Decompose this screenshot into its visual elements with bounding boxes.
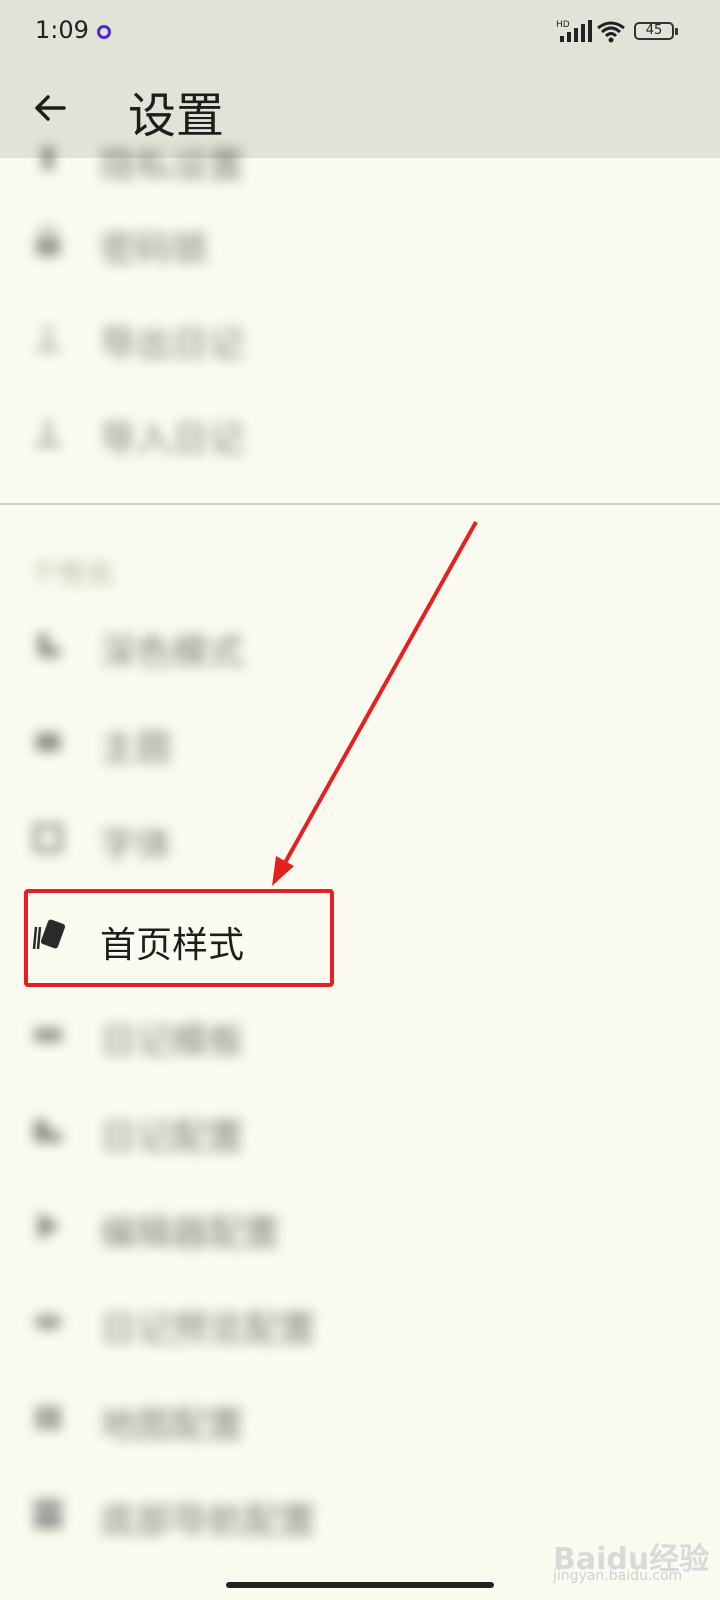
section-divider (0, 503, 720, 505)
list-item-label: 导入日记 (100, 419, 245, 460)
list-item-label: 深色模式 (100, 632, 245, 673)
list-item-label: 编辑器配置 (100, 1213, 281, 1254)
grid-icon (34, 1500, 62, 1528)
list-item-label: 底部导航配置 (100, 1501, 317, 1542)
wifi-icon (597, 21, 625, 43)
list-item-editor-config[interactable]: 编辑器配置 (0, 1186, 720, 1266)
map-icon (36, 1406, 60, 1430)
status-bar: 1:09 HD 45 (0, 0, 720, 64)
list-item-label: 日记预览配置 (100, 1309, 317, 1350)
list-item-label: 密码锁 (100, 229, 209, 270)
notification-icon (97, 25, 111, 39)
font-icon (33, 823, 63, 853)
list-item-export[interactable]: 导出日记 (0, 297, 720, 377)
list-item-label: 字体 (100, 825, 173, 866)
list-item-theme[interactable]: 主题 (0, 701, 720, 781)
signal-icon: HD (556, 20, 592, 42)
list-item-label: 隐私设置 (100, 145, 245, 186)
editor-icon (38, 1212, 60, 1240)
highlight-box (24, 889, 334, 987)
list-item-font[interactable]: 字体 (0, 798, 720, 878)
moon-icon (38, 633, 60, 657)
list-item-import[interactable]: 导入日记 (0, 392, 720, 472)
list-item-map-config[interactable]: 地图配置 (0, 1378, 720, 1458)
list-item-diary-config[interactable]: 日记配置 (0, 1090, 720, 1170)
list-item-dark-mode[interactable]: 深色模式 (0, 605, 720, 685)
template-icon (34, 1028, 62, 1042)
battery-icon: 45 (634, 22, 678, 40)
list-item-passcode[interactable]: 密码锁 (0, 202, 720, 282)
palette-icon (36, 733, 60, 751)
key-icon (42, 146, 54, 170)
list-item-label: 日记配置 (100, 1117, 245, 1158)
list-item-preview-config[interactable]: 日记预览配置 (0, 1282, 720, 1362)
eye-icon (34, 1314, 62, 1330)
list-item-label: 导出日记 (100, 324, 245, 365)
status-time: 1:09 (35, 16, 89, 44)
import-icon (36, 420, 60, 446)
list-item-diary-template[interactable]: 日记模板 (0, 994, 720, 1074)
network-type: HD (556, 20, 570, 30)
section-header: 个性化 (30, 557, 115, 590)
watermark-url: jingyan.baidu.com (553, 1568, 683, 1584)
export-icon (36, 325, 60, 351)
home-gesture-bar[interactable] (226, 1582, 494, 1588)
lock-icon (36, 226, 60, 256)
list-item-label: 日记模板 (100, 1021, 245, 1062)
folder-icon (34, 1120, 62, 1142)
list-item-label: 主题 (100, 728, 173, 769)
list-item-label: 地图配置 (100, 1405, 245, 1446)
list-item-privacy[interactable]: 隐私设置 (0, 118, 720, 198)
